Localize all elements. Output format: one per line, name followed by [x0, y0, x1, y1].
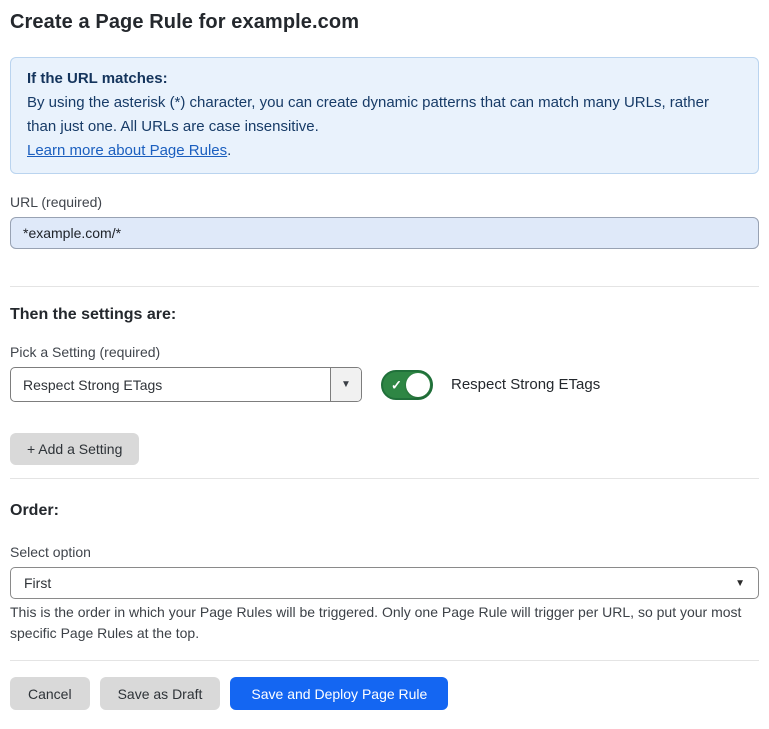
url-input[interactable]: [10, 217, 759, 249]
chevron-down-icon: ▼: [735, 578, 745, 589]
pick-setting-label: Pick a Setting (required): [10, 344, 759, 360]
toggle-knob: [406, 373, 430, 397]
check-icon: ✓: [391, 378, 402, 391]
cancel-button[interactable]: Cancel: [10, 677, 90, 710]
order-section-heading: Order:: [10, 502, 759, 520]
link-period: .: [227, 142, 231, 159]
info-box-body: By using the asterisk (*) character, you…: [27, 94, 709, 135]
page-rule-form: Create a Page Rule for example.com If th…: [0, 11, 769, 710]
order-select-label: Select option: [10, 544, 759, 560]
order-select[interactable]: First ▼: [10, 567, 759, 599]
footer-actions: Cancel Save as Draft Save and Deploy Pag…: [10, 677, 759, 710]
settings-section-heading: Then the settings are:: [10, 306, 759, 324]
url-field-label: URL (required): [10, 194, 759, 210]
setting-row: Respect Strong ETags ▼ ✓ Respect Strong …: [10, 367, 759, 402]
save-deploy-button[interactable]: Save and Deploy Page Rule: [230, 677, 448, 710]
info-box-link-line: Learn more about Page Rules.: [27, 139, 742, 163]
url-match-info-box: If the URL matches: By using the asteris…: [10, 57, 759, 174]
divider: [10, 286, 759, 287]
learn-more-link[interactable]: Learn more about Page Rules: [27, 142, 227, 159]
save-draft-button[interactable]: Save as Draft: [100, 677, 221, 710]
divider: [10, 660, 759, 661]
order-select-value: First: [24, 575, 51, 591]
info-box-heading: If the URL matches:: [27, 67, 742, 91]
setting-dropdown-value: Respect Strong ETags: [11, 368, 330, 401]
add-setting-button[interactable]: + Add a Setting: [10, 433, 139, 465]
divider: [10, 478, 759, 479]
setting-dropdown[interactable]: Respect Strong ETags ▼: [10, 367, 362, 402]
order-help-text: This is the order in which your Page Rul…: [10, 602, 759, 644]
toggle-label: Respect Strong ETags: [451, 376, 600, 393]
setting-toggle[interactable]: ✓: [381, 370, 433, 400]
dropdown-arrow-icon[interactable]: ▼: [330, 368, 361, 401]
page-title: Create a Page Rule for example.com: [10, 11, 759, 34]
